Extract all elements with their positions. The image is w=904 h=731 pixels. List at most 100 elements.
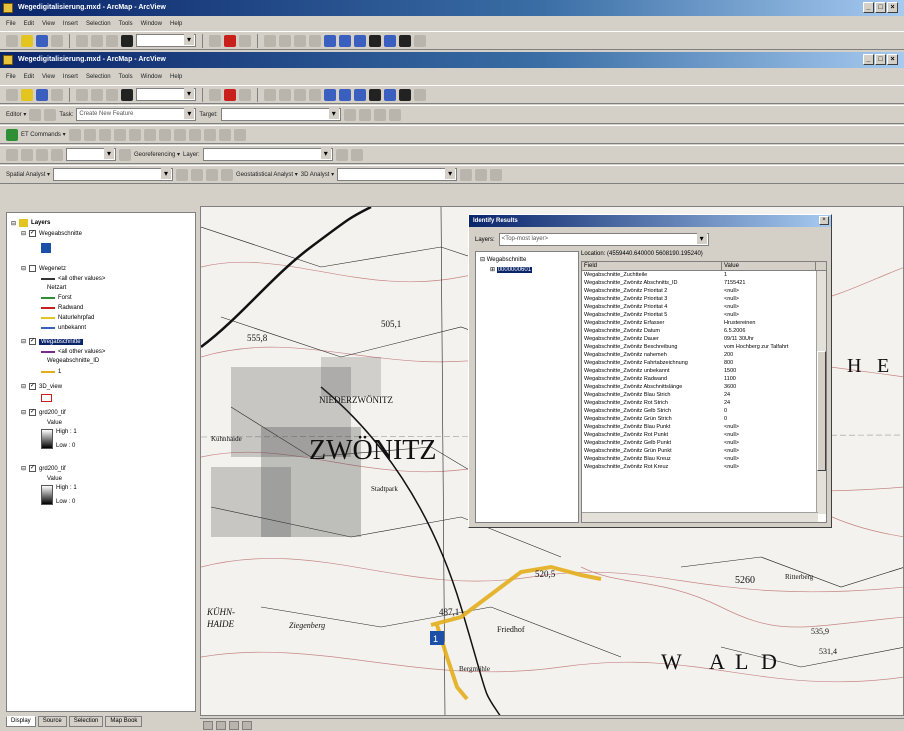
forward-icon[interactable] [354, 88, 366, 101]
editor-menu[interactable]: Editor ▾ [6, 111, 26, 118]
menu-tools[interactable]: Tools [119, 74, 133, 80]
tool-icon[interactable] [36, 148, 48, 161]
tool-icon[interactable] [173, 128, 186, 141]
tool-icon[interactable] [68, 128, 81, 141]
menu-edit[interactable]: Edit [24, 74, 34, 80]
tool-icon[interactable] [158, 128, 171, 141]
tool-icon[interactable] [191, 168, 204, 181]
add-data-icon[interactable] [121, 88, 133, 101]
layer-combo[interactable] [202, 148, 333, 161]
add-data-icon[interactable] [121, 34, 133, 47]
tool-icon[interactable] [350, 148, 363, 161]
open-icon[interactable] [21, 88, 33, 101]
georeferencing-menu[interactable]: Georeferencing ▾ [134, 151, 180, 158]
fixed-zoom-icon[interactable] [294, 88, 306, 101]
identify-icon[interactable] [384, 34, 396, 47]
sketch-tool-icon[interactable] [44, 108, 57, 121]
table-row[interactable]: Wegabschnitte_Zwönitz Rot Kreuz <null> [582, 463, 826, 471]
tool-icon[interactable] [143, 128, 156, 141]
table-row[interactable]: Wegabschnitte_Zwönitz Blau Kreuz <null> [582, 455, 826, 463]
forward-icon[interactable] [354, 34, 366, 47]
paste-icon[interactable] [106, 34, 118, 47]
paste-icon[interactable] [106, 88, 118, 101]
layer-checkbox[interactable]: ✓ [29, 338, 37, 345]
horizontal-scrollbar[interactable] [582, 512, 818, 522]
table-row[interactable]: Wegabschnitte_Zwönitz Fahrtabzeichnung 80… [582, 359, 826, 367]
find-icon[interactable] [399, 88, 411, 101]
print-icon[interactable] [51, 88, 63, 101]
table-row[interactable]: Wegabschnitte_Zwönitz Blau Strich 24 [582, 391, 826, 399]
dropdown-combo[interactable] [66, 148, 116, 161]
tool-icon[interactable] [188, 128, 201, 141]
menu-insert[interactable]: Insert [63, 21, 78, 27]
tree-root[interactable]: ⊟ Wegabschnitte [480, 256, 526, 263]
table-row[interactable]: Wegabschnitte_Zwönitz Blau Punkt <null> [582, 423, 826, 431]
tool-icon[interactable] [460, 168, 473, 181]
command-line-icon[interactable] [239, 88, 251, 101]
zoom-in-icon[interactable] [264, 34, 276, 47]
tool-icon[interactable] [176, 168, 189, 181]
toc-layer-grd200-2[interactable]: ⊟ ✓ grd200_tif [21, 465, 66, 472]
tool-icon[interactable] [475, 168, 488, 181]
zoom-out-icon[interactable] [279, 88, 291, 101]
find-icon[interactable] [399, 34, 411, 47]
analyst-layer-combo[interactable] [53, 168, 174, 181]
tool-icon[interactable] [83, 128, 96, 141]
vertical-scrollbar[interactable] [816, 271, 826, 514]
editor-toolbar-icon[interactable] [209, 34, 221, 47]
save-icon[interactable] [36, 88, 48, 101]
close-button[interactable]: × [887, 54, 898, 65]
task-combo[interactable]: Create New Feature [76, 108, 197, 121]
maximize-button[interactable]: □ [875, 54, 886, 65]
table-row[interactable]: Wegabschnitte_Zwönitz Rot Strich 24 [582, 399, 826, 407]
menu-tools[interactable]: Tools [119, 21, 133, 27]
tab-source[interactable]: Source [37, 716, 67, 727]
minimize-button[interactable]: _ [863, 2, 874, 13]
pause-icon[interactable] [242, 720, 252, 730]
tool-icon[interactable] [206, 168, 219, 181]
tool-icon[interactable] [128, 128, 141, 141]
menu-selection[interactable]: Selection [86, 74, 111, 80]
menu-view[interactable]: View [42, 21, 55, 27]
scale-combo[interactable] [136, 34, 196, 47]
cut-icon[interactable] [76, 88, 88, 101]
table-row[interactable]: Wegabschnitte_Zwönitz Beschreibung vom Ho… [582, 343, 826, 351]
table-row[interactable]: Wegabschnitte_Zwönitz Gelb Strich 0 [582, 407, 826, 415]
et-commands-menu[interactable]: ET Commands ▾ [21, 131, 66, 138]
new-icon[interactable] [6, 88, 18, 101]
menu-edit[interactable]: Edit [24, 21, 34, 27]
layer-checkbox[interactable]: ✓ [29, 465, 37, 472]
spatial-analyst-menu[interactable]: Spatial Analyst ▾ [6, 171, 50, 178]
menu-selection[interactable]: Selection [86, 21, 111, 27]
attributes-icon[interactable] [373, 108, 386, 121]
tab-map-book[interactable]: Map Book [105, 716, 143, 727]
tool-icon[interactable] [119, 148, 131, 161]
edit-tool-icon[interactable] [29, 108, 42, 121]
select-icon[interactable] [369, 88, 381, 101]
tab-selection[interactable]: Selection [68, 716, 104, 727]
table-row[interactable]: Wegabschnitte_Zwönitz Gelb Punkt <null> [582, 439, 826, 447]
tool-icon[interactable] [218, 128, 231, 141]
tool-icon[interactable] [233, 128, 246, 141]
tool-icon[interactable] [51, 148, 63, 161]
identify-icon[interactable] [384, 88, 396, 101]
table-row[interactable]: Wegabschnitte_Zwönitz Prioritat 4 <null> [582, 303, 826, 311]
layer-checkbox[interactable]: ✓ [29, 383, 37, 390]
editor-toolbar-icon[interactable] [209, 88, 221, 101]
menu-help[interactable]: Help [170, 74, 182, 80]
toc-layer-3d-view[interactable]: ⊟ ✓ 3D_view [21, 383, 62, 390]
toc-layer-grd200[interactable]: ⊟ ✓ grd200_tif [21, 409, 66, 416]
full-extent-icon[interactable] [324, 88, 336, 101]
pan-icon[interactable] [309, 34, 321, 47]
table-row[interactable]: Wegabschnitte_Zwönitz Prioritat 5 <null> [582, 311, 826, 319]
sketch-properties-icon[interactable] [388, 108, 401, 121]
tool-icon[interactable] [203, 128, 216, 141]
zoom-in-icon[interactable] [264, 88, 276, 101]
minimize-button[interactable]: _ [863, 54, 874, 65]
3d-analyst-menu[interactable]: 3D Analyst ▾ [301, 171, 334, 178]
table-row[interactable]: Wegabschnitte_Zuchtteile 1 [582, 271, 826, 279]
layer-checkbox[interactable]: ✓ [29, 409, 37, 416]
print-icon[interactable] [51, 34, 63, 47]
menu-window[interactable]: Window [141, 21, 162, 27]
rotate-tool-icon[interactable] [358, 108, 371, 121]
